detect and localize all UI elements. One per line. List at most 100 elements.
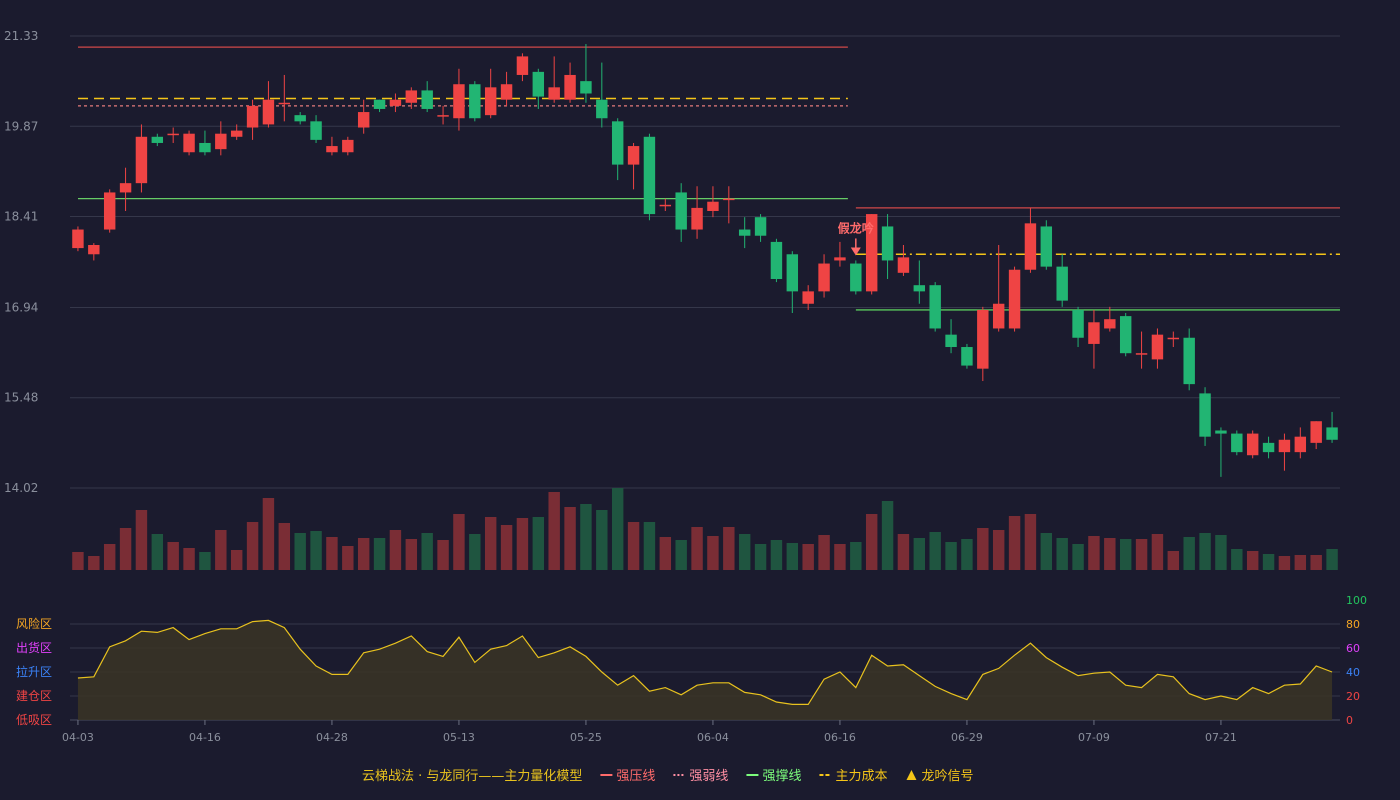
candle [437, 105, 449, 125]
signal-label: 假龙吟 [838, 220, 874, 235]
volume-bar [738, 534, 751, 570]
candle-body [421, 90, 433, 109]
candle [421, 81, 433, 113]
volume-bar [611, 488, 624, 570]
zone-label: 风险区 [16, 616, 52, 631]
volume-bar [151, 534, 164, 570]
candle [738, 217, 751, 249]
volume-bar [88, 556, 100, 570]
candle-body [1310, 421, 1322, 443]
candle-body [437, 115, 449, 117]
candle-body [373, 99, 386, 109]
candle-body [850, 263, 862, 292]
price-y-axis: 21.33 19.87 18.41 16.94 15.48 14.02 [4, 29, 38, 495]
volume-bar [1008, 516, 1021, 570]
candle-body [611, 121, 624, 165]
volume-bar [1167, 551, 1180, 570]
legend-label: 云梯战法 · 与龙同行——主力量化模型 [362, 769, 582, 784]
volume-bar [818, 535, 830, 570]
volume-bar [103, 544, 116, 570]
candle [1310, 421, 1322, 450]
volume-bar [421, 533, 433, 570]
candle [119, 167, 132, 211]
volume-bar [786, 543, 799, 570]
volume-bar [881, 501, 894, 570]
candle [580, 44, 592, 103]
candle [167, 127, 179, 143]
candlestick-chart: 21.33 19.87 18.41 16.94 15.48 14.02 假龙吟 0 20 40… [4, 29, 1367, 784]
x-tick-label: 04-28 [316, 731, 348, 744]
legend-label: 强撑线 [762, 769, 801, 784]
candle-body [342, 139, 354, 153]
volume-bar [1119, 539, 1132, 570]
candle-body [580, 81, 592, 94]
candle [389, 93, 402, 113]
volume-bar [1104, 538, 1116, 570]
osc-tick-label: 0 [1346, 714, 1353, 727]
candle-body [881, 226, 894, 261]
candle [961, 343, 973, 369]
volume-bar [961, 539, 973, 570]
legend: 云梯战法 · 与龙同行——主力量化模型 强压线 强弱线 强撑线 主力成本 龙吟信号 [362, 768, 973, 784]
candle-body [834, 257, 846, 261]
candle [834, 241, 846, 267]
candle-body [88, 244, 100, 255]
volume-bar [326, 537, 338, 570]
candle [1231, 430, 1243, 456]
candle [1056, 254, 1068, 307]
y-tick-label: 15.48 [4, 391, 38, 405]
candle-body [103, 192, 116, 230]
volume-bar [405, 539, 418, 570]
candle [1183, 328, 1195, 391]
candle-body [516, 56, 529, 75]
candle [516, 53, 529, 82]
volume-bar [707, 536, 719, 570]
volume-bar [865, 514, 878, 570]
candle-body [1088, 322, 1100, 344]
volume-bar [1294, 555, 1307, 570]
volume-bar [199, 552, 211, 570]
candle-body [770, 241, 783, 280]
volume-bar [929, 532, 941, 570]
candle [103, 189, 116, 233]
candle-body [294, 115, 306, 122]
volume-bar [1183, 537, 1195, 570]
volume-bar [580, 504, 592, 570]
zone-label: 拉升区 [16, 664, 52, 679]
candle-body [659, 204, 672, 207]
candle [72, 226, 84, 252]
candle [1008, 266, 1021, 332]
volume-bar [992, 530, 1005, 570]
candle-body [929, 285, 941, 329]
candle [294, 112, 306, 125]
candle-body [1326, 427, 1338, 440]
candle-body [738, 229, 751, 236]
candle-body [1151, 334, 1164, 360]
candle-body [1072, 309, 1084, 338]
candle-body [469, 84, 481, 119]
candle [453, 68, 465, 131]
volume-bar [834, 544, 846, 570]
candle [659, 198, 672, 211]
candle-body [1215, 430, 1227, 434]
x-tick-label: 04-16 [189, 731, 221, 744]
candle-body [199, 142, 211, 153]
volume-bar [1151, 534, 1164, 570]
osc-tick-label: 40 [1346, 666, 1360, 679]
volume-bar [564, 507, 576, 570]
candle-body [754, 217, 767, 236]
volume-bar [723, 527, 735, 570]
candle [135, 124, 148, 193]
volume-bar [596, 510, 608, 570]
candle-body [913, 285, 926, 292]
volume-bar [453, 514, 465, 570]
candle-body [1119, 316, 1132, 354]
candle [1278, 433, 1291, 471]
candle-body [484, 87, 497, 116]
volume-bar [72, 552, 84, 570]
volume-bar [389, 530, 402, 570]
candle-body [643, 136, 656, 215]
candle-body [500, 84, 513, 100]
volume-bar [167, 542, 179, 570]
volume-bar [516, 518, 529, 570]
